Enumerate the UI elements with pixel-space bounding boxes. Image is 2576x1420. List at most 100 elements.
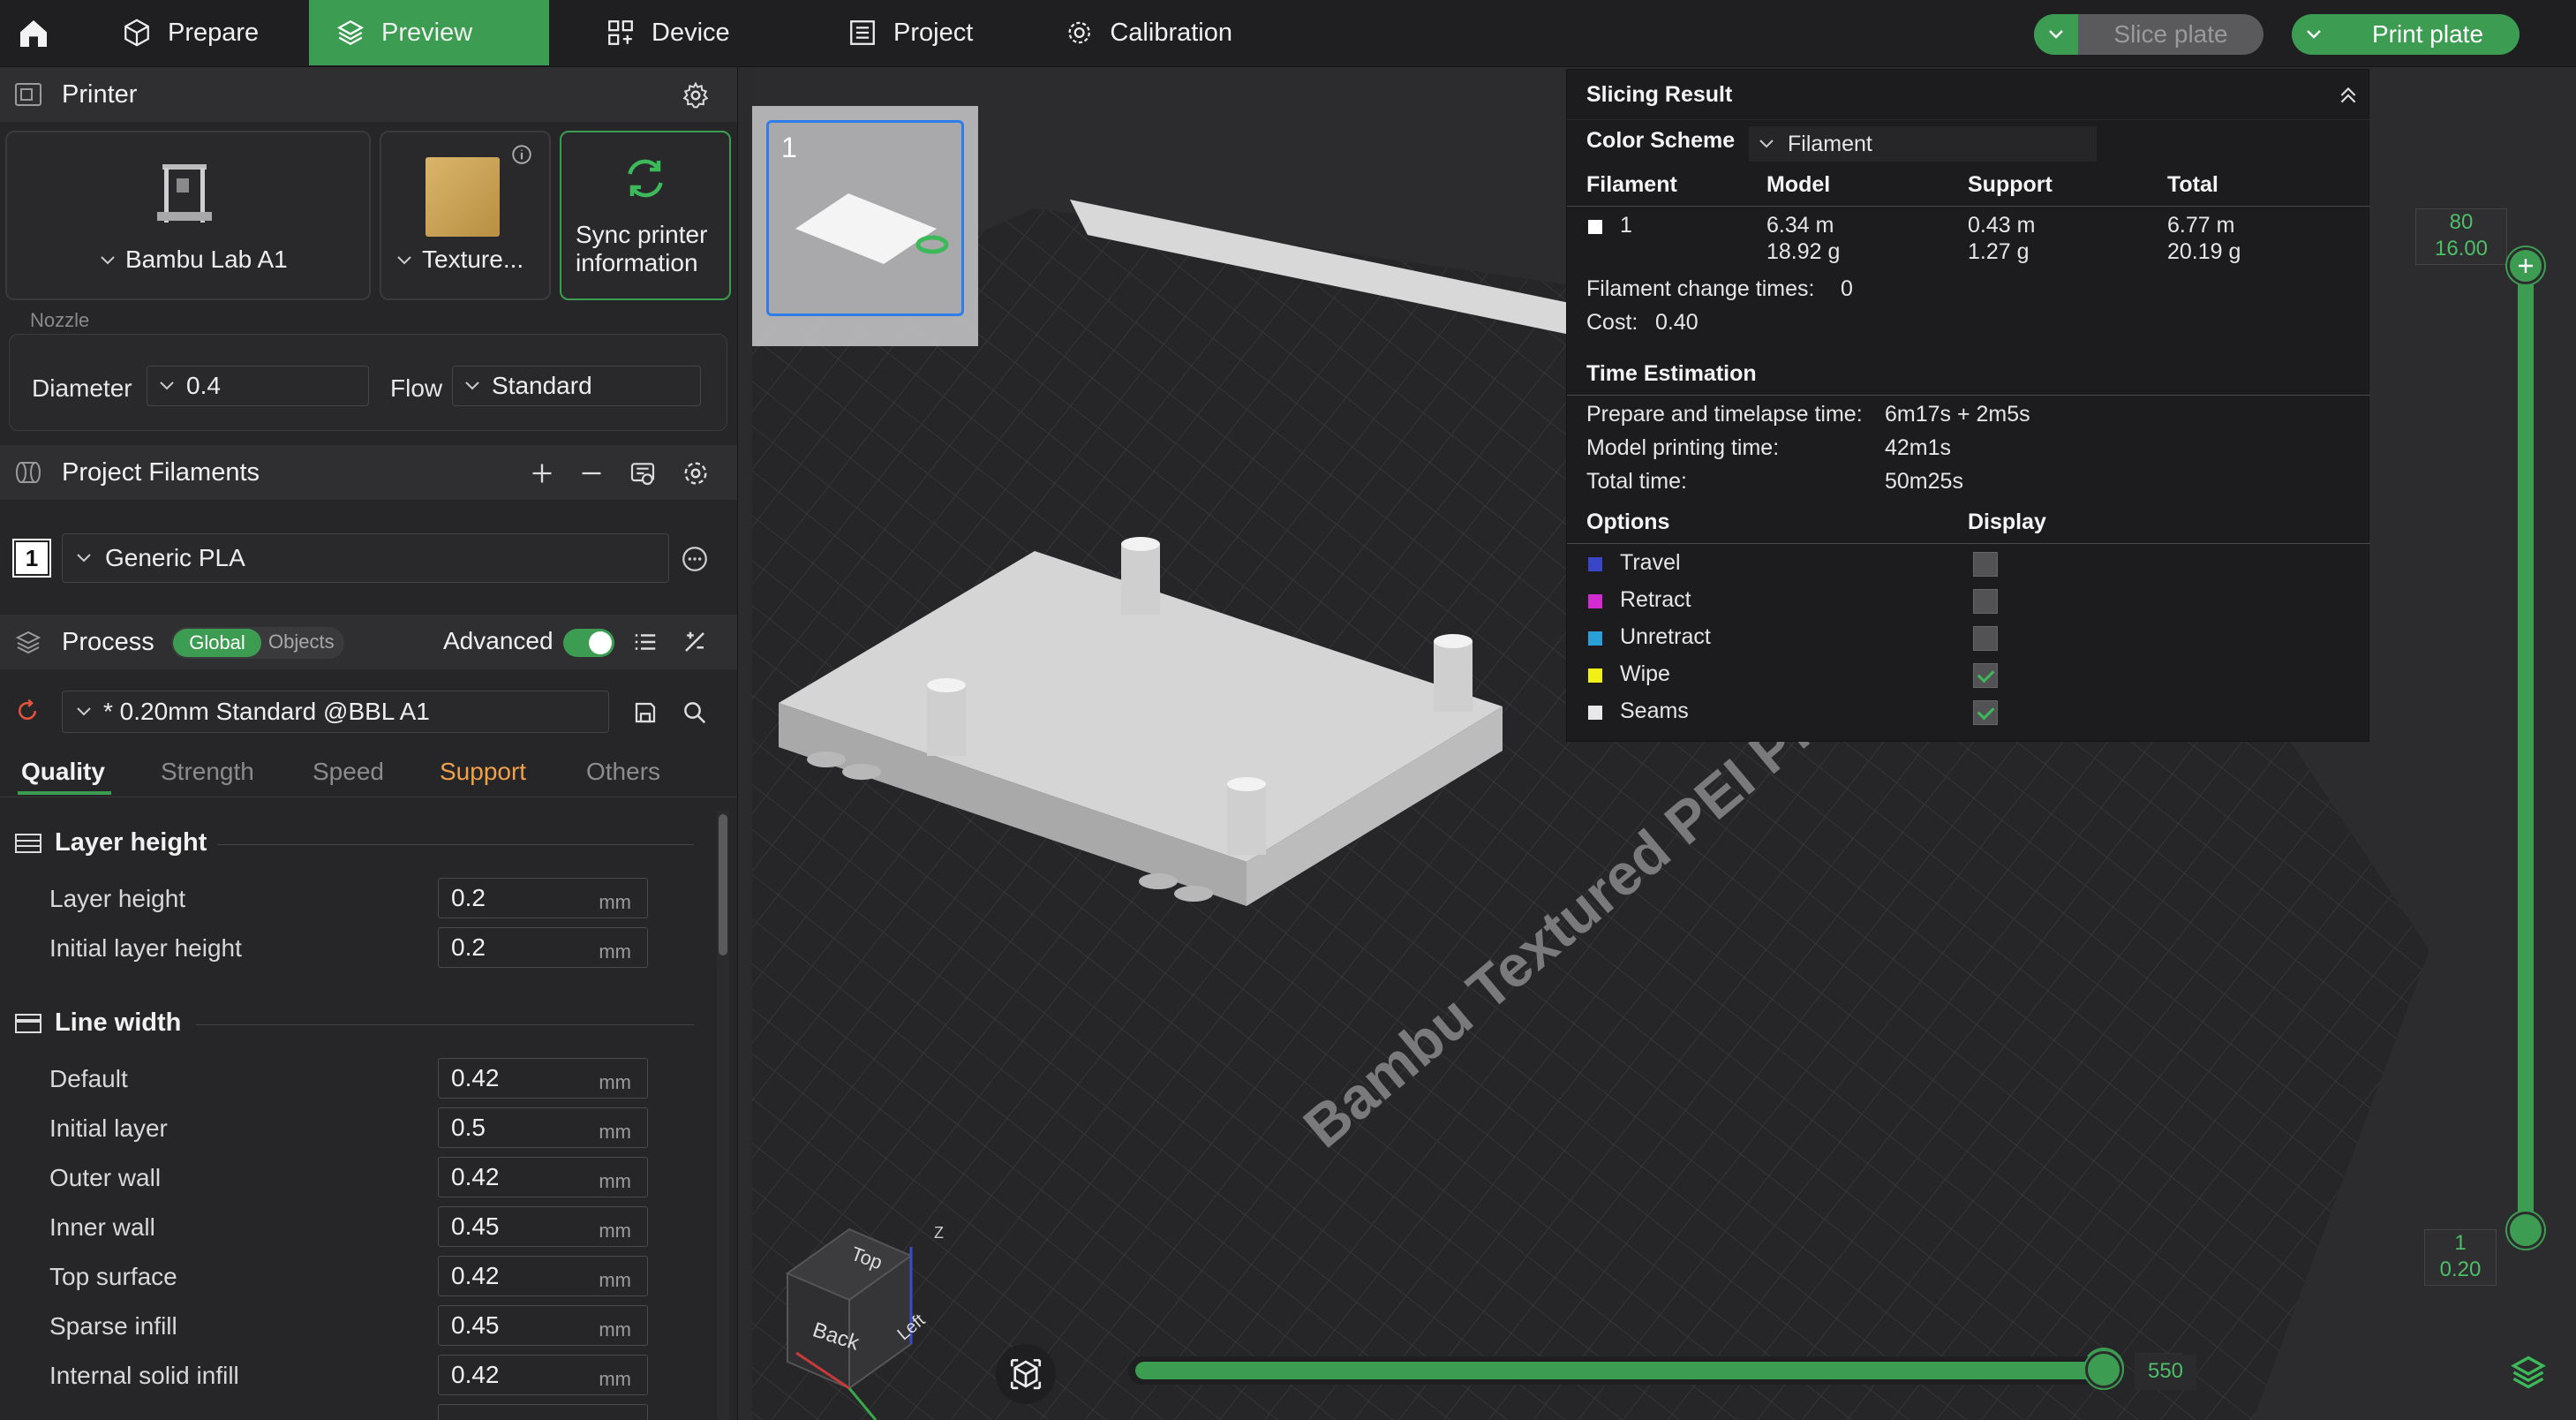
tab-calibration[interactable]: Calibration [1038,0,1259,65]
filament-color-swatch[interactable]: 1 [12,539,51,578]
param-input-sparse-infill[interactable]: 0.45 mm [438,1305,648,1346]
printer-model-card[interactable]: Bambu Lab A1 [5,131,371,300]
home-button[interactable] [11,12,56,55]
save-icon[interactable] [632,699,659,726]
layers-view-icon[interactable] [2509,1353,2548,1392]
plate-thumbnail[interactable]: 1 [766,120,964,316]
param-input-initial-layer-height[interactable]: 0.2 mm [438,927,648,968]
flow-value: Standard [492,372,592,399]
scope-global-button[interactable]: Global [173,629,261,657]
sync-printer-button[interactable]: Sync printer information [560,131,731,300]
process-layers-icon [15,631,41,654]
unretract-display-checkbox[interactable] [1973,626,1998,651]
color-scheme-select[interactable]: Filament [1749,126,2097,162]
printer-settings-gear-icon[interactable] [682,81,710,110]
layer-slider-bottom-knob[interactable] [2507,1212,2544,1249]
tab-others[interactable]: Others [586,758,660,786]
param-input-inner-wall[interactable]: 0.45 mm [438,1206,648,1247]
advanced-toggle[interactable] [563,629,614,657]
move-slider-fill[interactable] [1135,1362,2103,1379]
tab-preview[interactable]: Preview [309,0,549,65]
tab-device[interactable]: Device [579,0,782,65]
wipe-display-checkbox[interactable] [1973,663,1998,688]
print-plate-button[interactable]: Print plate [2336,14,2520,55]
advanced-label: Advanced [443,627,554,654]
move-slider-handle[interactable] [2085,1351,2122,1388]
row-total-length: 6.77 m [2167,213,2235,238]
slice-plate-label: Slice plate [2113,20,2228,48]
add-filament-icon[interactable] [530,461,554,486]
param-label: Default [49,1065,128,1092]
tab-prepare[interactable]: Prepare [95,0,309,65]
scrollbar-thumb[interactable] [719,814,727,955]
param-unit: mm [599,1071,631,1093]
param-label: Layer height [49,885,186,912]
time-estimation-title: Time Estimation [1586,361,1757,386]
param-input-layer-height[interactable]: 0.2 mm [438,878,648,918]
ams-sync-icon[interactable] [629,459,657,487]
textured-plate-icon [426,157,500,237]
param-input-outer-wall[interactable]: 0.42 mm [438,1157,648,1197]
collapse-panel-icon[interactable] [2337,84,2360,107]
param-input-default[interactable]: 0.42 mm [438,1058,648,1099]
tab-strength[interactable]: Strength [161,758,254,786]
seams-color-swatch [1588,706,1602,720]
param-value: 0.45 [451,1311,500,1339]
param-input-internal-solid-infill[interactable]: 0.42 mm [438,1355,648,1395]
param-input-initial-layer[interactable]: 0.5 mm [438,1107,648,1148]
param-value: 0.42 [451,1163,500,1190]
plate-type-card[interactable]: Texture... [380,131,551,300]
print-dropdown-button[interactable] [2292,14,2336,55]
filaments-title: Project Filaments [62,457,260,487]
tab-support[interactable]: Support [440,758,526,786]
info-icon[interactable] [510,143,533,166]
view-toggle-button[interactable] [996,1344,1056,1404]
row-total-weight: 20.19 g [2167,239,2241,264]
reset-icon[interactable] [14,698,41,724]
param-label: Sparse infill [49,1312,177,1340]
diameter-label: Diameter [32,374,132,402]
compare-icon[interactable] [682,629,708,655]
param-unit: mm [599,1269,631,1291]
slice-dropdown-button[interactable] [2034,14,2078,55]
plus-icon [2519,259,2533,273]
layer-slider-track[interactable] [2518,265,2534,1233]
scope-objects-button[interactable]: Objects [268,631,335,653]
slicing-result-title: Slicing Result [1586,82,1733,107]
prepare-time-label: Prepare and timelapse time: [1586,402,1863,427]
param-unit: mm [599,1170,631,1192]
options-title: Options [1586,510,1670,534]
tab-speed[interactable]: Speed [313,758,384,786]
travel-display-checkbox[interactable] [1973,552,1998,577]
tab-label: Preview [381,18,473,47]
param-input-top-surface[interactable]: 0.42 mm [438,1256,648,1296]
chevron-down-icon [1759,140,1774,148]
param-unit: mm [599,940,631,963]
remove-filament-icon[interactable] [579,461,604,486]
filament-select[interactable]: Generic PLA [62,533,669,583]
color-scheme-label: Color Scheme [1586,128,1736,153]
list-icon[interactable] [632,629,659,655]
retract-display-checkbox[interactable] [1973,589,1998,614]
tab-label: Prepare [168,18,260,47]
slicing-result-panel: Slicing Result Color Scheme Filament Fil… [1566,69,2370,742]
chevron-down-icon [77,554,91,563]
filament-spool-icon [16,462,41,483]
flow-select[interactable]: Standard [452,366,701,406]
tab-quality[interactable]: Quality [21,758,105,786]
row-model-length: 6.34 m [1766,213,1834,238]
process-preset-select[interactable]: * 0.20mm Standard @BBL A1 [62,691,609,733]
project-icon [850,20,875,45]
layer-slider-top-knob[interactable] [2507,247,2544,284]
seams-display-checkbox[interactable] [1973,700,1998,725]
tab-project[interactable]: Project [821,0,1024,65]
filament-settings-gear-icon[interactable] [682,459,710,487]
search-icon[interactable] [682,699,708,726]
param-input-partial[interactable] [438,1404,648,1420]
process-section-header: Process Global Objects Advanced [0,615,737,669]
slice-plate-button[interactable]: Slice plate [2078,14,2263,55]
param-label: Initial layer height [49,934,242,962]
prepare-time-value: 6m17s + 2m5s [1885,402,2030,427]
filament-more-icon[interactable] [680,544,710,574]
diameter-select[interactable]: 0.4 [147,366,369,406]
